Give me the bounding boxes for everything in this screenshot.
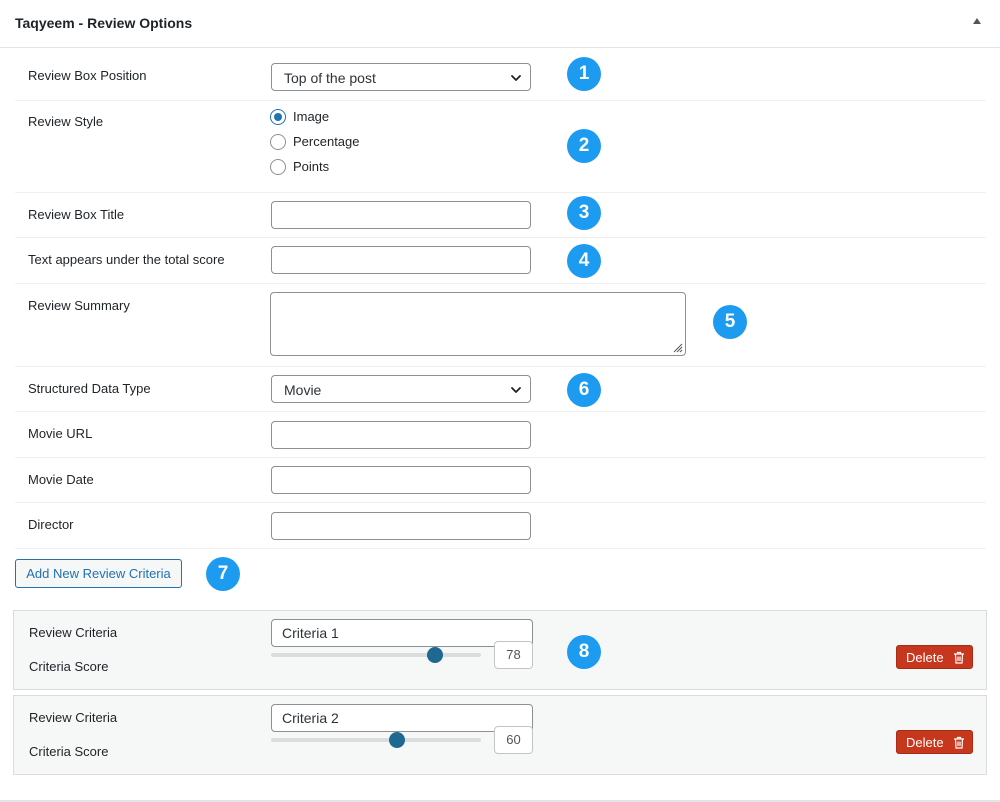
row-divider xyxy=(15,192,986,193)
movie-date-label: Movie Date xyxy=(28,472,94,487)
review-summary-textarea[interactable] xyxy=(270,292,686,356)
row-divider xyxy=(15,283,986,284)
criteria-item: Review Criteria Criteria 1 Criteria Scor… xyxy=(13,610,987,690)
review-box-title-input[interactable] xyxy=(271,201,531,229)
radio-points-label: Points xyxy=(293,159,330,174)
panel-title: Taqyeem - Review Options xyxy=(15,15,193,31)
panel-header: Taqyeem - Review Options xyxy=(0,0,1000,48)
review-summary-label: Review Summary xyxy=(28,298,130,313)
annotation-badge-3: 3 xyxy=(567,196,601,230)
criteria-score-label: Criteria Score xyxy=(29,659,109,674)
chevron-down-icon xyxy=(511,75,521,81)
movie-url-input[interactable] xyxy=(271,421,531,449)
radio-points[interactable] xyxy=(270,159,286,175)
add-new-review-criteria-button[interactable]: Add New Review Criteria xyxy=(15,559,182,588)
total-score-text-input[interactable] xyxy=(271,246,531,274)
row-divider xyxy=(15,366,986,367)
director-label: Director xyxy=(28,517,74,532)
total-score-text-label: Text appears under the total score xyxy=(28,252,225,267)
collapse-triangle-icon[interactable] xyxy=(973,18,981,24)
trash-icon xyxy=(954,736,964,749)
review-box-title-label: Review Box Title xyxy=(28,207,125,222)
review-box-position-label: Review Box Position xyxy=(28,68,147,83)
structured-data-type-select[interactable]: Movie xyxy=(271,375,531,403)
director-input[interactable] xyxy=(271,512,531,540)
radio-image[interactable] xyxy=(270,109,286,125)
criteria-score-slider[interactable] xyxy=(271,647,481,663)
criteria-name-label: Review Criteria xyxy=(29,625,118,640)
movie-url-label: Movie URL xyxy=(28,426,93,441)
radio-image-label: Image xyxy=(293,109,330,124)
row-divider xyxy=(15,411,986,412)
delete-criteria-button[interactable]: Delete xyxy=(896,730,973,754)
annotation-badge-1: 1 xyxy=(567,57,601,91)
criteria-score-value[interactable]: 60 xyxy=(494,726,533,754)
review-box-position-value: Top of the post xyxy=(284,70,376,86)
delete-criteria-button[interactable]: Delete xyxy=(896,645,973,669)
annotation-badge-8: 8 xyxy=(567,635,601,669)
annotation-badge-4: 4 xyxy=(567,244,601,278)
radio-percentage-label: Percentage xyxy=(293,134,360,149)
criteria-name-label: Review Criteria xyxy=(29,710,118,725)
structured-data-type-value: Movie xyxy=(284,382,322,398)
chevron-down-icon xyxy=(511,387,521,393)
review-style-label: Review Style xyxy=(28,114,104,129)
row-divider xyxy=(15,457,986,458)
slider-thumb[interactable] xyxy=(389,732,405,748)
resize-grip-icon[interactable] xyxy=(673,343,683,353)
annotation-badge-6: 6 xyxy=(567,373,601,407)
trash-icon xyxy=(954,651,964,664)
row-divider xyxy=(15,502,986,503)
criteria-score-value[interactable]: 78 xyxy=(494,641,533,669)
row-divider xyxy=(15,100,986,101)
slider-thumb[interactable] xyxy=(426,647,443,663)
movie-date-input[interactable] xyxy=(271,466,531,494)
annotation-badge-7: 7 xyxy=(206,557,240,591)
delete-label: Delete xyxy=(906,735,944,750)
criteria-item: Review Criteria Criteria 2 Criteria Scor… xyxy=(13,695,987,775)
annotation-badge-5: 5 xyxy=(713,305,747,339)
delete-label: Delete xyxy=(906,650,944,665)
review-box-position-select[interactable]: Top of the post xyxy=(271,63,531,91)
annotation-badge-2: 2 xyxy=(567,129,601,163)
row-divider xyxy=(15,548,986,549)
radio-percentage[interactable] xyxy=(270,134,286,150)
criteria-score-label: Criteria Score xyxy=(29,744,109,759)
structured-data-type-label: Structured Data Type xyxy=(28,381,151,396)
row-divider xyxy=(15,237,986,238)
criteria-score-slider[interactable] xyxy=(271,732,481,748)
